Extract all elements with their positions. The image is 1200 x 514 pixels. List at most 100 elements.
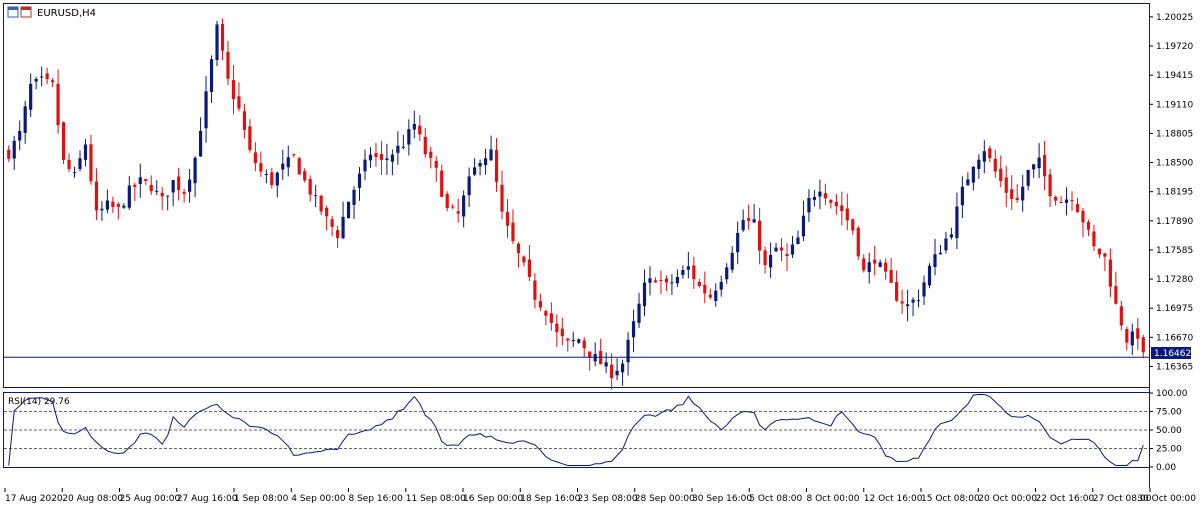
candle-bull [1021,186,1025,201]
candle-bear [999,168,1003,182]
price-tick-label: 1.19110 [1156,100,1193,110]
candle-bear [823,193,827,199]
candle-bear [445,193,449,209]
time-tick-label: 4 Sep 00:00 [291,494,346,504]
candle-bull [626,339,630,363]
candle-bear [763,250,767,266]
candle-bull [72,172,77,174]
candle-bear [993,158,997,172]
price-tick-label: 1.16670 [1156,333,1193,343]
candle-bear [94,181,99,211]
time-tick-label: 20 Aug 08:00 [62,494,123,504]
chart-canvas[interactable]: EURUSD,H4 RSI(14) 29.76 1.200251.197201.… [0,0,1200,510]
candle-bear [292,154,296,156]
time-tick-label: 5 Oct 08:00 [749,494,802,504]
candle-bear [418,125,422,135]
candle-bull [12,140,16,159]
candle-bear [1097,248,1102,255]
candle-bear [840,205,844,212]
candle-bear [111,201,115,207]
price-tick-label: 1.18195 [1156,188,1193,198]
candle-bull [368,154,373,161]
candle-bull [275,172,279,186]
candle-bear [538,301,542,308]
candle-bear [873,259,877,264]
chart-window: EURUSD,H4 RSI(14) 29.76 1.20025 1.19720 1.… [0,0,1200,510]
candle-bull [407,129,411,145]
time-tick-label: 30 Sep 16:00 [692,494,752,504]
candle-bear [862,258,866,271]
candle-bull [878,262,882,267]
candle-bull [818,191,822,197]
candle-bull [341,216,345,239]
candle-bear [505,212,510,226]
candle-bull [916,300,921,302]
time-tick-label: 8 Sep 16:00 [349,494,404,504]
candle-bear [429,151,433,158]
candle-bull [867,262,871,272]
time-tick-label: 25 Aug 00:00 [120,494,181,504]
candle-bear [440,170,444,197]
candle-bull [209,59,214,92]
candle-bull [357,173,362,188]
candle-bull [105,200,109,210]
candle-bear [1048,174,1052,197]
candle-bull [193,157,197,184]
candle-bull [401,146,405,148]
candle-bull [933,254,937,268]
candle-bull [385,158,389,161]
candle-bear [516,243,521,254]
candle-bull [122,205,126,208]
candle-bear [494,150,499,182]
candle-bull [23,106,27,133]
candle-bull [790,244,795,255]
candle-bull [40,76,44,78]
candle-bull [346,201,351,219]
candle-bull [1026,169,1030,186]
candle-bear [270,172,274,186]
candle-bear [900,301,904,304]
candle-bull [1037,157,1041,169]
candle-bull [807,197,811,213]
candle-bull [138,177,142,184]
candle-bull [730,252,734,270]
candle-bull [198,130,203,157]
candle-bull [593,354,597,362]
candle-bear [308,179,312,195]
candle-bear [7,149,11,159]
candle-bear [988,148,992,159]
rsi-label: RSI(14) 29.76 [8,397,70,407]
candle-bear [544,311,548,316]
candle-bull [752,219,756,223]
time-tick-label: 27 Aug 16:00 [177,494,238,504]
candle-bear [253,152,257,164]
current-price-marker: 1.16462 [1151,347,1191,359]
price-tick-label: 1.18805 [1156,129,1193,139]
time-tick-label: 8 Oct 00:00 [807,494,860,504]
price-tick-label: 1.16365 [1156,362,1193,372]
candle-bull [966,179,970,186]
candle-bull [127,185,131,208]
candle-bear [511,222,515,242]
price-tick-label: 1.20025 [1156,13,1193,23]
candle-bull [571,339,575,342]
candle-bear [1070,199,1074,202]
candle-bear [297,158,301,175]
candle-bull [281,163,285,170]
candle-bear [829,199,833,203]
candle-bull [922,282,926,297]
rsi-tick-label: 25.00 [1156,445,1182,455]
time-tick-label: 11 Sep 08:00 [406,494,466,504]
price-tick-label: 1.17890 [1156,217,1193,227]
candle-bear [177,176,181,191]
candle-bear [379,154,384,160]
candle-bull [642,282,647,307]
candle-bull [412,123,416,130]
time-tick-label: 16 Sep 00:00 [463,494,523,504]
candle-bear [160,192,164,197]
candle-bear [522,256,526,263]
candle-bear [1075,204,1080,213]
candle-bear [50,80,55,83]
candle-bear [56,83,60,126]
candle-bear [555,323,559,333]
